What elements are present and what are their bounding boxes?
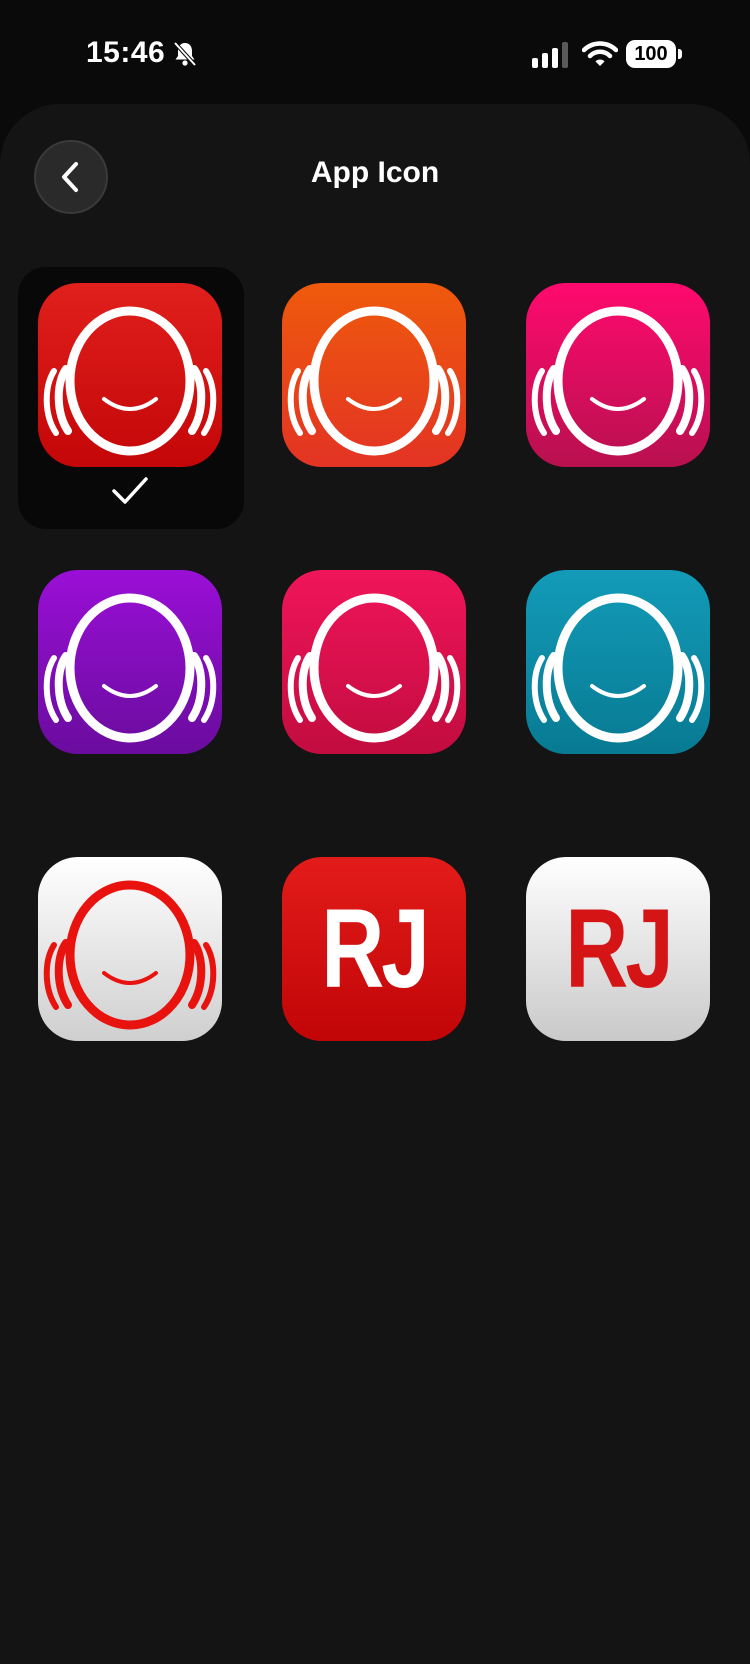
app-icon-tile: RJ [526, 857, 710, 1041]
app-icon-option-rj-white[interactable]: RJ [506, 841, 732, 1103]
checkmark-icon [112, 477, 148, 504]
headphones-logo-icon [531, 306, 705, 456]
cellular-signal-icon [532, 42, 568, 68]
app-icon-option-red[interactable] [18, 267, 244, 529]
rj-logo-text: RJ [321, 886, 430, 1011]
headphones-logo-icon [287, 306, 461, 456]
wifi-icon [582, 41, 618, 66]
app-icon-sheet: App Icon RJ RJ [0, 104, 750, 1664]
app-icon-option-orange[interactable] [262, 267, 488, 529]
app-icon-tile: RJ [282, 857, 466, 1041]
app-icon-tile [38, 570, 222, 754]
app-icon-tile [282, 283, 466, 467]
headphones-logo-icon [531, 593, 705, 743]
battery-level: 100 [626, 40, 676, 68]
app-icon-option-white[interactable] [18, 841, 244, 1103]
app-icon-option-crimson[interactable] [262, 554, 488, 816]
app-icon-option-purple[interactable] [18, 554, 244, 816]
rj-logo-text: RJ [565, 886, 674, 1011]
battery-tip [678, 49, 682, 59]
app-icon-option-pink[interactable] [506, 267, 732, 529]
app-icon-tile [38, 857, 222, 1041]
headphones-logo-icon [43, 593, 217, 743]
page-title: App Icon [310, 156, 440, 189]
app-icon-tile [38, 283, 222, 467]
status-bar: 15:46 100 [0, 0, 750, 100]
bell-slash-icon [173, 41, 197, 67]
app-icon-tile [526, 283, 710, 467]
headphones-logo-icon [43, 880, 217, 1030]
app-icon-option-rj-red[interactable]: RJ [262, 841, 488, 1103]
status-time: 15:46 [86, 36, 166, 69]
app-icon-option-teal[interactable] [506, 554, 732, 816]
battery-icon: 100 [626, 40, 682, 68]
headphones-logo-icon [43, 306, 217, 456]
app-icon-tile [282, 570, 466, 754]
app-icon-tile [526, 570, 710, 754]
headphones-logo-icon [287, 593, 461, 743]
